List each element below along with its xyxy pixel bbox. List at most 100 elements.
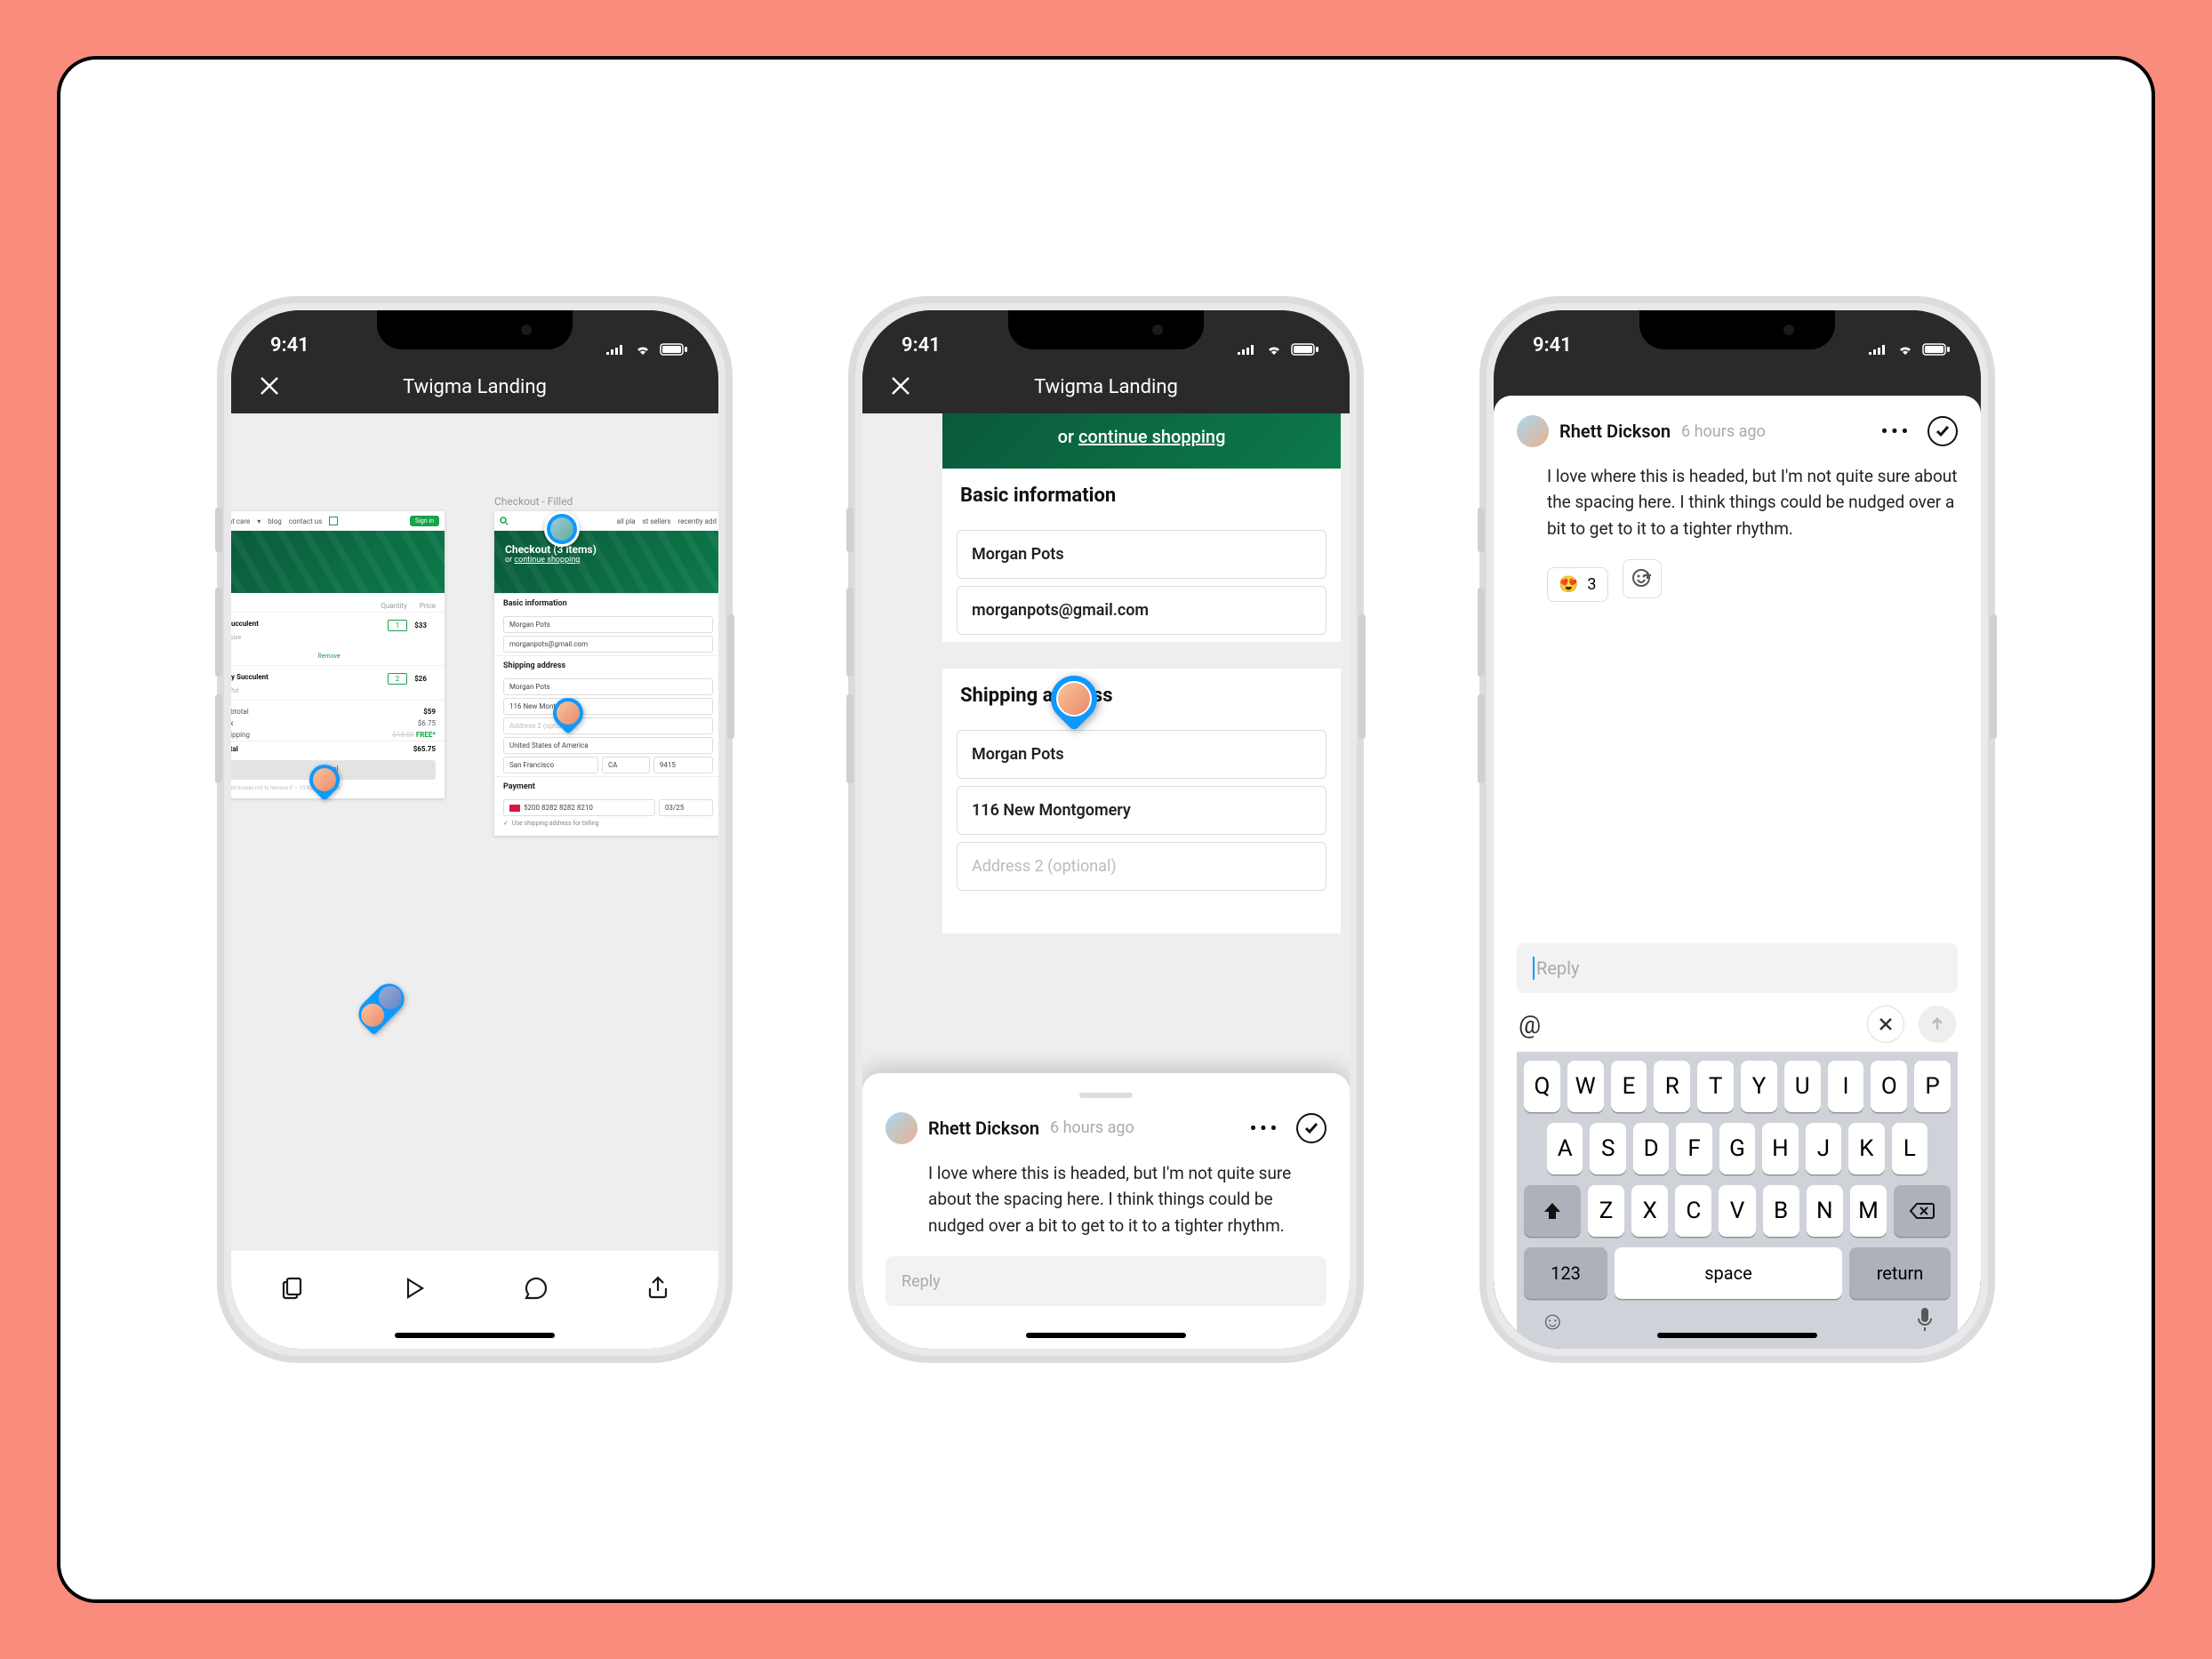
comment-button[interactable] — [518, 1270, 554, 1306]
key-i[interactable]: I — [1828, 1061, 1864, 1112]
comment-pin-multi[interactable] — [352, 977, 410, 1035]
status-time: 9:41 — [1533, 334, 1572, 357]
return-key[interactable]: return — [1849, 1247, 1951, 1299]
clear-button[interactable] — [1867, 1006, 1904, 1043]
signin-button[interactable]: Sign in — [410, 516, 439, 526]
resolve-button[interactable] — [1927, 416, 1958, 446]
phone-3: 9:41 Rhett Dickson 6 hours ago ••• — [1479, 296, 1995, 1363]
field-ship-addr1[interactable]: 116 New Montgomery — [957, 786, 1326, 835]
notch — [377, 310, 573, 349]
numbers-key[interactable]: 123 — [1524, 1247, 1607, 1299]
key-x[interactable]: X — [1631, 1185, 1668, 1237]
mention-button[interactable]: @ — [1519, 1010, 1541, 1039]
reaction-chip[interactable]: 😍3 — [1547, 567, 1608, 602]
wifi-icon — [1264, 342, 1284, 357]
search-icon[interactable] — [500, 517, 509, 525]
key-p[interactable]: P — [1914, 1061, 1951, 1112]
key-f[interactable]: F — [1676, 1123, 1711, 1174]
field-email[interactable]: morganpots@gmail.com — [957, 586, 1326, 635]
share-button[interactable] — [640, 1270, 676, 1306]
emoji-keyboard-button[interactable]: ☺ — [1540, 1306, 1566, 1336]
space-key[interactable]: space — [1615, 1247, 1842, 1299]
key-b[interactable]: B — [1763, 1185, 1799, 1237]
design-canvas[interactable]: or continue shopping Basic information M… — [862, 413, 1350, 1349]
key-z[interactable]: Z — [1588, 1185, 1624, 1237]
key-s[interactable]: S — [1590, 1123, 1625, 1174]
send-button[interactable] — [1919, 1006, 1956, 1043]
key-o[interactable]: O — [1871, 1061, 1907, 1112]
key-m[interactable]: M — [1850, 1185, 1887, 1237]
artboard-home[interactable]: plant care ▾ blog contact us Sign in Qua… — [231, 511, 445, 798]
comment-time: 6 hours ago — [1681, 422, 1766, 441]
qty-stepper[interactable]: 2 — [388, 673, 408, 685]
key-v[interactable]: V — [1719, 1185, 1755, 1237]
field-ship-name[interactable]: Morgan Pots — [957, 730, 1326, 779]
cart-icon[interactable] — [329, 517, 338, 525]
key-j[interactable]: J — [1806, 1123, 1841, 1174]
key-r[interactable]: R — [1654, 1061, 1690, 1112]
pages-button[interactable] — [275, 1270, 310, 1306]
qty-stepper[interactable]: 1 — [388, 620, 408, 631]
field-ship-addr2[interactable]: Address 2 (optional) — [957, 842, 1326, 891]
field-name[interactable]: Morgan Pots — [957, 530, 1326, 579]
hero-banner: or continue shopping — [942, 413, 1341, 469]
close-button[interactable] — [256, 373, 283, 399]
design-canvas[interactable]: plant care ▾ blog contact us Sign in Qua… — [231, 413, 718, 1349]
frame-label[interactable]: Checkout - Filled — [494, 495, 573, 508]
artboard-checkout[interactable]: Checkout - Filled all pla st sellers rec… — [494, 511, 718, 836]
prototype-play-button[interactable] — [397, 1270, 432, 1306]
remove-link[interactable]: Remove — [231, 653, 436, 660]
showcase-card: 9:41 Twigma Landing plant care ▾ blog — [57, 56, 2155, 1603]
wifi-icon — [1895, 342, 1915, 357]
key-g[interactable]: G — [1719, 1123, 1755, 1174]
key-n[interactable]: N — [1807, 1185, 1843, 1237]
key-e[interactable]: E — [1611, 1061, 1647, 1112]
wifi-icon — [633, 342, 653, 357]
key-l[interactable]: L — [1892, 1123, 1927, 1174]
key-d[interactable]: D — [1633, 1123, 1669, 1174]
close-button[interactable] — [887, 373, 914, 399]
key-c[interactable]: C — [1675, 1185, 1711, 1237]
reply-input-active[interactable]: Reply — [1517, 943, 1958, 993]
home-indicator[interactable] — [395, 1333, 555, 1338]
key-h[interactable]: H — [1762, 1123, 1798, 1174]
key-q[interactable]: Q — [1524, 1061, 1560, 1112]
app-header: Twigma Landing — [862, 360, 1350, 413]
sheet-grabber[interactable] — [1079, 1093, 1133, 1098]
comment-avatar — [1517, 415, 1549, 447]
home-indicator[interactable] — [1026, 1333, 1186, 1338]
app-header: Twigma Landing — [231, 360, 718, 413]
key-w[interactable]: W — [1567, 1061, 1604, 1112]
comment-more-button[interactable]: ••• — [1250, 1118, 1280, 1139]
key-t[interactable]: T — [1697, 1061, 1734, 1112]
key-y[interactable]: Y — [1741, 1061, 1777, 1112]
shift-key[interactable] — [1524, 1185, 1581, 1237]
reply-input[interactable]: Reply — [886, 1256, 1326, 1306]
presence-avatar[interactable] — [544, 511, 580, 547]
signal-icon — [605, 342, 626, 357]
site-nav: all pla st sellers recently add — [494, 511, 718, 531]
add-reaction-button[interactable] — [1623, 559, 1662, 598]
comment-time: 6 hours ago — [1050, 1118, 1134, 1137]
comment-avatar — [886, 1112, 918, 1144]
signal-icon — [1867, 342, 1888, 357]
key-a[interactable]: A — [1547, 1123, 1583, 1174]
status-right — [605, 342, 688, 357]
keyboard: QWERTYUIOP ASDFGHJKL ZXCVBNM 123 space r… — [1517, 1052, 1958, 1349]
site-nav: plant care ▾ blog contact us Sign in — [231, 511, 445, 531]
comment-more-button[interactable]: ••• — [1881, 421, 1911, 442]
resolve-button[interactable] — [1296, 1113, 1326, 1143]
key-k[interactable]: K — [1848, 1123, 1884, 1174]
dictation-button[interactable] — [1915, 1306, 1935, 1336]
key-u[interactable]: U — [1784, 1061, 1821, 1112]
header-title: Twigma Landing — [1034, 376, 1178, 398]
notch — [1008, 310, 1204, 349]
home-indicator[interactable] — [1657, 1333, 1817, 1338]
section-shipping: Shipping address — [942, 669, 1341, 723]
comment-panel: Rhett Dickson 6 hours ago ••• I love whe… — [862, 1073, 1350, 1349]
artboard-zoom[interactable]: or continue shopping Basic information M… — [942, 413, 1341, 934]
battery-icon — [1922, 342, 1951, 357]
comment-panel-expanded: Rhett Dickson 6 hours ago ••• I love whe… — [1494, 396, 1981, 1349]
phone-2: 9:41 Twigma Landing or continue shopping… — [848, 296, 1364, 1363]
backspace-key[interactable] — [1894, 1185, 1951, 1237]
